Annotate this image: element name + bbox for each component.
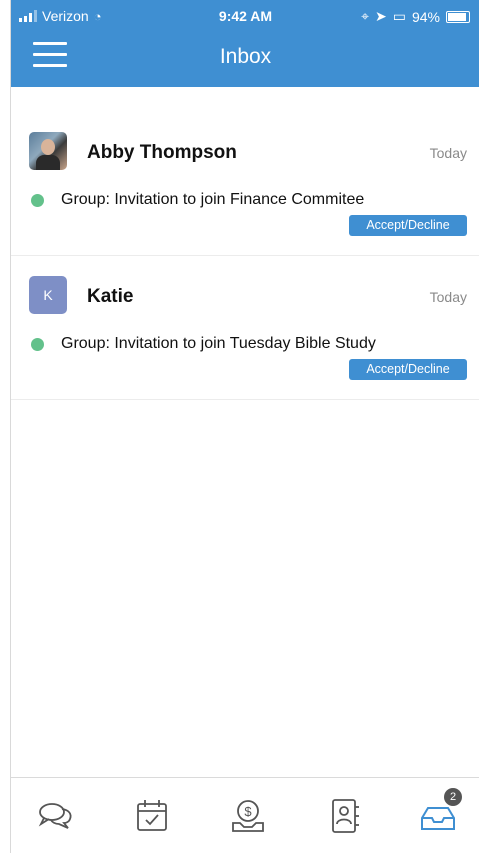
status-dot-icon [31,338,44,351]
accept-decline-button[interactable]: Accept/Decline [349,215,467,236]
battery-icon [446,10,470,23]
tab-bar: $ 2 [11,777,479,853]
avatar [29,132,67,170]
message-item[interactable]: Abby Thompson Today Group: Invitation to… [11,118,479,256]
message-date: Today [429,289,467,305]
sender-name: Abby Thompson [87,142,237,163]
message-subject: Group: Invitation to join Tuesday Bible … [61,335,376,352]
screen-mirror-icon: ▭ [392,8,406,24]
inbox-icon[interactable]: 2 [418,788,462,836]
chat-icon[interactable] [36,796,76,836]
location-icon: ⌖ [361,8,369,24]
accept-decline-button[interactable]: Accept/Decline [349,359,467,380]
status-bar: Verizon ◔ 9:42 AM ⌖ ➤ ▭ 94% [11,6,479,28]
status-right: ⌖ ➤ ▭ 94% [361,8,470,25]
giving-icon[interactable]: $ [228,796,268,836]
sender-name: Katie [87,286,134,307]
calendar-check-icon[interactable] [132,796,172,836]
status-dot-icon [31,194,44,207]
message-date: Today [429,145,467,161]
page-title: Inbox [219,45,272,68]
inbox-badge: 2 [444,788,462,806]
avatar: K [29,276,67,314]
app-header: Verizon ◔ 9:42 AM ⌖ ➤ ▭ 94% Inbox [11,0,479,87]
directory-icon[interactable] [324,796,364,836]
battery-percent: 94% [411,8,440,25]
message-subject: Group: Invitation to join Finance Commit… [61,191,365,208]
app-frame: Verizon ◔ 9:42 AM ⌖ ➤ ▭ 94% Inbox Abby T… [10,0,479,853]
svg-text:$: $ [244,804,252,819]
navigation-icon: ➤ [375,8,387,24]
message-item[interactable]: K Katie Today Group: Invitation to join … [11,262,479,400]
